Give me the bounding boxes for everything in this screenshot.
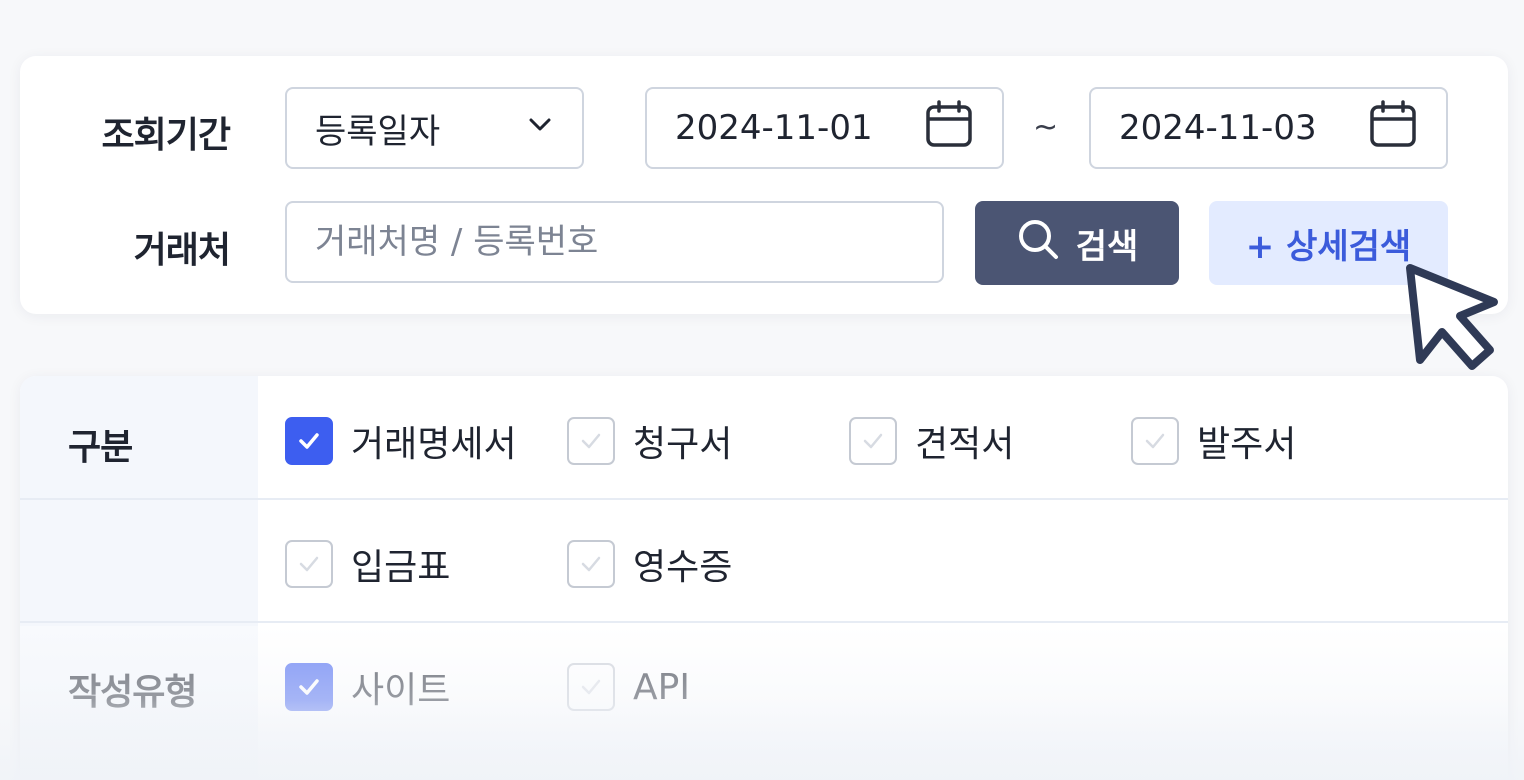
- checkbox[interactable]: [567, 663, 615, 711]
- search-button[interactable]: 검색: [975, 201, 1179, 285]
- checkbox-item-transaction-statement[interactable]: 거래명세서: [285, 416, 517, 466]
- date-basis-select[interactable]: 등록일자: [285, 87, 584, 169]
- checkbox-item-site[interactable]: 사이트: [285, 662, 450, 712]
- search-button-label: 검색: [1075, 226, 1139, 267]
- start-date-field[interactable]: 2024-11-01: [645, 87, 1004, 169]
- checkbox-item-api[interactable]: API: [567, 662, 690, 712]
- checkbox-item-purchase-order[interactable]: 발주서: [1131, 416, 1296, 466]
- checkbox-label: 견적서: [915, 424, 1015, 465]
- checkbox[interactable]: [285, 417, 333, 465]
- date-basis-value: 등록일자: [315, 111, 441, 152]
- checkbox-label: 청구서: [633, 424, 733, 465]
- checkbox-label: 발주서: [1197, 424, 1297, 465]
- mouse-pointer-icon: [1398, 256, 1502, 380]
- calendar-icon[interactable]: [1368, 99, 1418, 158]
- row-divider: [20, 498, 1508, 500]
- calendar-icon[interactable]: [924, 99, 974, 158]
- chevron-down-icon: [526, 108, 554, 148]
- checkbox-item-invoice[interactable]: 청구서: [567, 416, 732, 466]
- detail-search-button-label: + 상세검색: [1245, 226, 1412, 267]
- checkbox-item-receipt[interactable]: 영수증: [567, 539, 732, 589]
- end-date-field[interactable]: 2024-11-03: [1089, 87, 1448, 169]
- checkbox[interactable]: [285, 540, 333, 588]
- range-separator: ~: [1033, 110, 1059, 145]
- checkbox-label: 입금표: [351, 547, 451, 588]
- row-divider: [20, 621, 1508, 623]
- creation-type-label: 작성유형: [68, 672, 197, 713]
- document-type-label: 구분: [68, 427, 133, 468]
- client-label: 거래처: [133, 230, 231, 271]
- checkbox[interactable]: [849, 417, 897, 465]
- checkbox-label: 거래명세서: [351, 424, 517, 465]
- checkbox-label: API: [633, 666, 690, 708]
- end-date-value: 2024-11-03: [1119, 108, 1317, 148]
- checkbox-item-quotation[interactable]: 견적서: [849, 416, 1014, 466]
- checkbox[interactable]: [285, 663, 333, 711]
- search-panel: 조회기간 등록일자 2024-11-01 ~ 2024-11-03 거래처 검색…: [20, 56, 1508, 314]
- filter-panel: 구분 거래명세서 청구서 견적서 발주서 입금표 영수증 작성유형 사이트 AP…: [20, 376, 1508, 780]
- start-date-value: 2024-11-01: [675, 108, 873, 148]
- filter-label-column: [20, 376, 258, 780]
- checkbox[interactable]: [567, 540, 615, 588]
- client-search-input[interactable]: [285, 201, 944, 283]
- period-label: 조회기간: [101, 115, 231, 156]
- checkbox[interactable]: [1131, 417, 1179, 465]
- checkbox[interactable]: [567, 417, 615, 465]
- checkbox-label: 영수증: [633, 547, 733, 588]
- checkbox-item-deposit-slip[interactable]: 입금표: [285, 539, 450, 589]
- checkbox-label: 사이트: [351, 670, 451, 711]
- search-icon: [1016, 217, 1060, 270]
